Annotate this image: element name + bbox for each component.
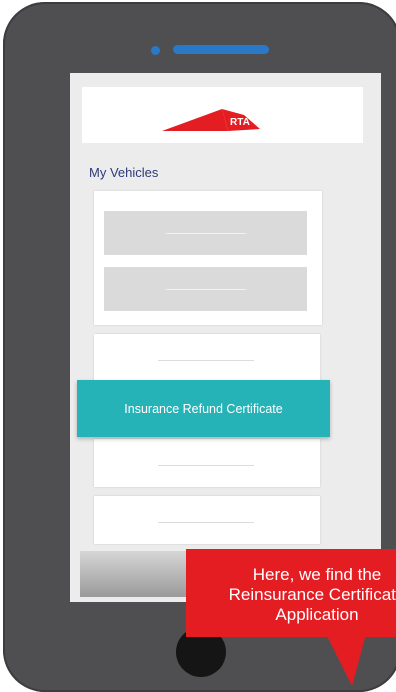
vehicle-row[interactable] [104,267,307,311]
section-title: My Vehicles [89,165,159,180]
camera-icon [151,46,160,55]
placeholder-line [158,522,254,523]
callout-line-2: Reinsurance Certificate [228,585,396,604]
highlight-label: Insurance Refund Certificate [124,401,283,416]
vehicle-card [94,191,322,325]
app-screen: RTA My Vehicles [70,73,381,602]
callout-tail [326,634,366,686]
placeholder-line [166,233,246,234]
speaker-grill [173,45,269,54]
placeholder-line [158,465,254,466]
rta-logo-icon: RTA [162,109,260,131]
placeholder-line [158,360,254,361]
callout-box: Here, we find the Reinsurance Certificat… [186,549,396,637]
menu-option[interactable] [94,439,320,487]
insurance-refund-certificate-button[interactable]: Insurance Refund Certificate [77,380,330,437]
menu-option[interactable] [94,334,320,382]
vehicle-row[interactable] [104,211,307,255]
logo-text: RTA [230,117,250,128]
callout-line-1: Here, we find the [252,565,382,584]
placeholder-line [166,289,246,290]
callout-line-3: Application [275,605,359,624]
app-header: RTA [82,87,363,143]
menu-option[interactable] [94,496,320,544]
